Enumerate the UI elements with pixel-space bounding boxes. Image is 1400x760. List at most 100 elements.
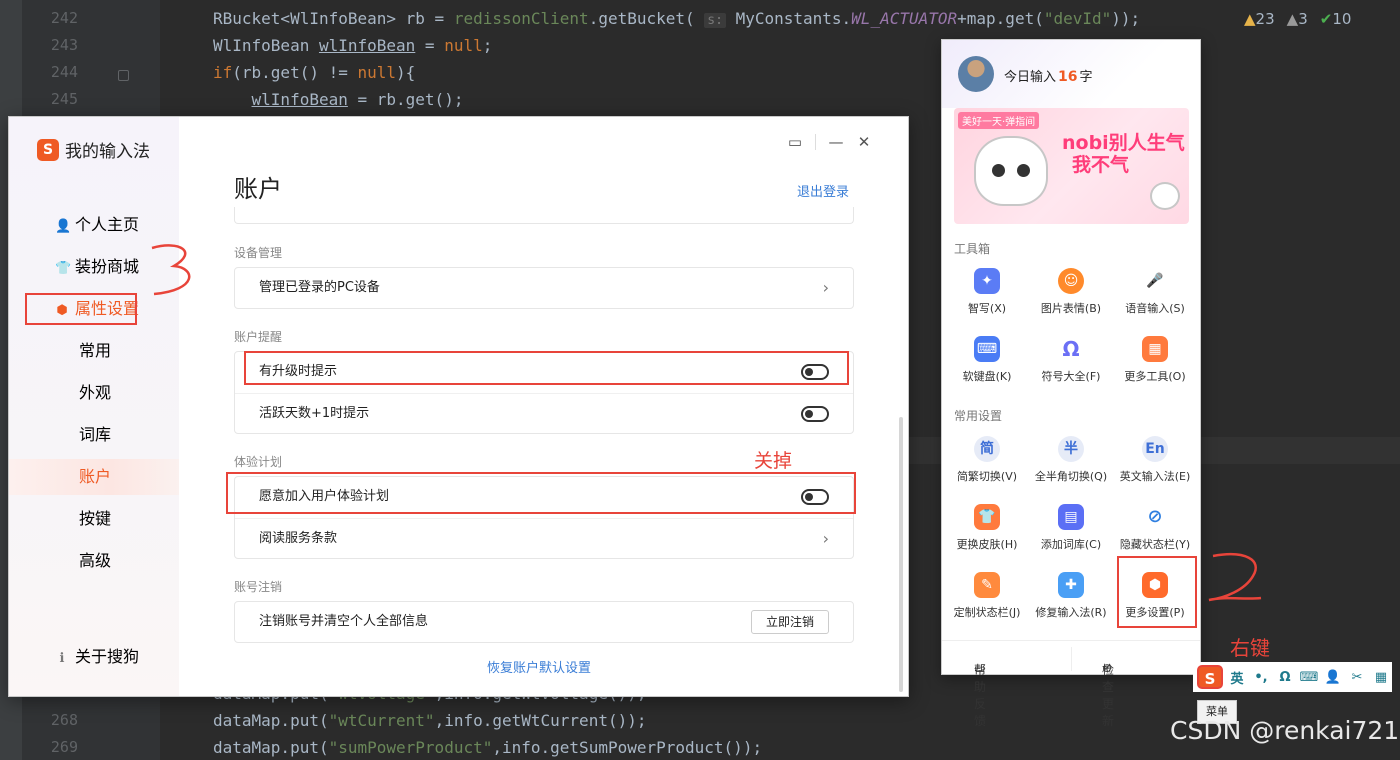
warning-count[interactable]: ▲23 bbox=[1244, 10, 1275, 28]
code-text[interactable]: dataMap.put("wtCurrent",info.getWtCurren… bbox=[213, 707, 646, 734]
ok-count[interactable]: ✔10 bbox=[1320, 10, 1352, 28]
section-device: 设备管理 bbox=[234, 246, 283, 260]
sparkle-icon: ✦ bbox=[974, 268, 1000, 294]
omega-icon: Ω bbox=[1058, 336, 1084, 362]
english-icon: En bbox=[1142, 436, 1168, 462]
keyboard-icon[interactable]: ⌨ bbox=[1299, 670, 1319, 685]
line-number: 243 bbox=[50, 36, 78, 54]
code-text[interactable]: wlInfoBean = rb.get(); bbox=[213, 86, 464, 113]
setting-simplified-traditional[interactable]: 简简繁切换(V) bbox=[944, 436, 1030, 484]
info-icon: ℹ bbox=[59, 651, 65, 666]
device-card: 管理已登录的PC设备 › bbox=[234, 267, 854, 309]
user-icon[interactable]: 👤 bbox=[1323, 670, 1343, 685]
tool-image-emoji[interactable]: ☺ 图片表情(B) bbox=[1028, 268, 1114, 316]
section-experience: 体验计划 bbox=[234, 455, 283, 469]
chevron-right-icon: › bbox=[822, 278, 829, 297]
nav-item-dictionary[interactable]: 词库 bbox=[9, 417, 179, 453]
previous-card bbox=[234, 207, 854, 224]
nav-item-common[interactable]: 常用 bbox=[9, 333, 179, 369]
annotation-box-upgrade-tip bbox=[244, 351, 849, 385]
tool-more-tools[interactable]: ▦ 更多工具(O) bbox=[1112, 336, 1198, 384]
simplified-icon: 简 bbox=[974, 436, 1000, 462]
nav-item-keys[interactable]: 按键 bbox=[9, 501, 179, 537]
setting-english-input[interactable]: En 英文输入法(E) bbox=[1112, 436, 1198, 484]
code-text[interactable]: if(rb.get() != null){ bbox=[213, 59, 415, 86]
setting-hide-statusbar[interactable]: ⊘ 隐藏状态栏(Y) bbox=[1112, 504, 1198, 552]
check-icon: ✔ bbox=[1319, 10, 1333, 28]
sogou-status-logo-icon[interactable]: S bbox=[1197, 665, 1223, 689]
shirt-icon: 👕 bbox=[974, 504, 1000, 530]
section-remind: 账户提醒 bbox=[234, 330, 283, 344]
settings-dialog: S 我的输入法 👤 个人主页 👕 装扮商城 ⬢ 属性设置 常用 外观 词库 账户 按键… bbox=[8, 116, 909, 697]
setting-change-skin[interactable]: 👕 更换皮肤(H) bbox=[944, 504, 1030, 552]
annotation-right-click: 右键 bbox=[1230, 636, 1270, 660]
read-terms-row[interactable]: 阅读服务条款 › bbox=[235, 518, 853, 558]
tool-smart-write[interactable]: ✦ 智写(X) bbox=[944, 268, 1030, 316]
weak-warning-count[interactable]: ▲3 bbox=[1287, 10, 1308, 28]
code-text[interactable]: WlInfoBean wlInfoBean = null; bbox=[213, 32, 492, 59]
cancel-card: 注销账号并清空个人全部信息 立即注销 bbox=[234, 601, 854, 643]
tool-voice-input[interactable]: 🎤 语音输入(S) bbox=[1112, 268, 1198, 316]
annotation-box-more-settings bbox=[1117, 556, 1197, 628]
language-toggle[interactable]: 英 bbox=[1227, 668, 1247, 687]
divider bbox=[1071, 647, 1072, 671]
promo-banner[interactable]: 美好一天·弹指间 nobi别人生气 我不气 bbox=[954, 108, 1189, 224]
medkit-icon: ✚ bbox=[1058, 572, 1084, 598]
chevron-right-icon: › bbox=[822, 529, 829, 548]
nav-item-advanced[interactable]: 高级 bbox=[9, 543, 179, 579]
tool-soft-keyboard[interactable]: ⌨ 软键盘(K) bbox=[944, 336, 1030, 384]
tool-symbols[interactable]: Ω 符号大全(F) bbox=[1028, 336, 1114, 384]
inspection-widget[interactable]: ▲23 ▲3 ✔10 bbox=[1244, 10, 1351, 28]
feedback-icon[interactable]: ▭ bbox=[781, 131, 809, 153]
sogou-logo-icon: S bbox=[37, 138, 59, 161]
cancel-account-row: 注销账号并清空个人全部信息 立即注销 bbox=[235, 602, 853, 642]
active-days-row: 活跃天数+1时提示 bbox=[235, 393, 853, 433]
settings-sidebar: S 我的输入法 👤 个人主页 👕 装扮商城 ⬢ 属性设置 常用 外观 词库 账户 按键… bbox=[9, 117, 179, 696]
nav-item-profile[interactable]: 👤 个人主页 bbox=[9, 207, 179, 243]
toolbox-icon[interactable]: ▦ bbox=[1371, 670, 1391, 685]
line-number: 269 bbox=[50, 738, 78, 756]
weak-warning-icon: ▲ bbox=[1286, 10, 1299, 28]
ime-footer: ▭ 帮助反馈 ⊕ 检查更新 bbox=[942, 640, 1200, 728]
cancel-account-button[interactable]: 立即注销 bbox=[750, 610, 829, 634]
scissors-icon[interactable]: ✂ bbox=[1347, 670, 1367, 685]
app-name: 我的输入法 bbox=[65, 142, 150, 162]
banner-headline: nobi别人生气 我不气 bbox=[1062, 132, 1185, 176]
punctuation-icon[interactable]: •, bbox=[1251, 670, 1271, 685]
annotation-box-property-settings bbox=[25, 293, 137, 325]
symbols-icon[interactable]: Ω bbox=[1275, 670, 1295, 685]
line-number: 244 bbox=[50, 63, 78, 81]
setting-add-dictionary[interactable]: ▤ 添加词库(C) bbox=[1028, 504, 1114, 552]
eye-off-icon: ⊘ bbox=[1142, 504, 1168, 530]
nav-item-about[interactable]: ℹ 关于搜狗 bbox=[9, 639, 179, 675]
code-text[interactable]: dataMap.put("sumPowerProduct",info.getSu… bbox=[213, 734, 762, 760]
microphone-icon: 🎤 bbox=[1142, 268, 1168, 294]
code-line: 242 RBucket<WlInfoBean> rb = redissonCli… bbox=[0, 5, 1400, 32]
logout-link[interactable]: 退出登录 bbox=[797, 181, 849, 200]
close-button[interactable]: ✕ bbox=[850, 131, 878, 153]
avatar[interactable] bbox=[958, 56, 994, 92]
divider bbox=[815, 134, 816, 150]
manage-devices-row[interactable]: 管理已登录的PC设备 › bbox=[235, 268, 853, 308]
shirt-icon: 👕 bbox=[55, 261, 72, 276]
line-number: 245 bbox=[50, 90, 78, 108]
scrollbar[interactable] bbox=[899, 417, 903, 692]
nav-item-account[interactable]: 账户 bbox=[9, 459, 179, 495]
ime-status-bar: S 英 •, Ω ⌨ 👤 ✂ ▦ bbox=[1193, 662, 1392, 692]
ime-header: 今日输入 16 字 bbox=[942, 40, 1200, 108]
warning-icon: ▲ bbox=[1244, 10, 1256, 28]
small-hamster-icon bbox=[1150, 182, 1180, 210]
restore-defaults-link[interactable]: 恢复账户默认设置 bbox=[487, 657, 591, 676]
book-icon: ▤ bbox=[1058, 504, 1084, 530]
setting-full-half-width[interactable]: 半全半角切换(Q) bbox=[1028, 436, 1114, 484]
keyboard-icon: ⌨ bbox=[974, 336, 1000, 362]
common-settings-label: 常用设置 bbox=[954, 409, 1003, 423]
line-number: 242 bbox=[50, 9, 78, 27]
nav-item-appearance[interactable]: 外观 bbox=[9, 375, 179, 411]
code-text[interactable]: RBucket<WlInfoBean> rb = redissonClient.… bbox=[213, 5, 1140, 34]
active-days-toggle[interactable] bbox=[801, 406, 829, 422]
minimize-button[interactable]: — bbox=[822, 131, 850, 153]
pencil-ruler-icon: ✎ bbox=[974, 572, 1000, 598]
setting-customize-statusbar[interactable]: ✎ 定制状态栏(J) bbox=[944, 572, 1030, 620]
setting-repair-ime[interactable]: ✚ 修复输入法(R) bbox=[1028, 572, 1114, 620]
